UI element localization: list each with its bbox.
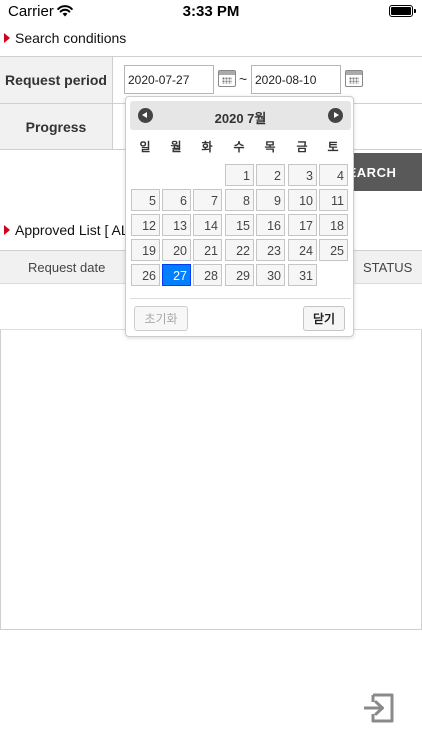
datepicker-divider — [130, 298, 351, 299]
search-conditions-label: Search conditions — [15, 30, 127, 46]
day-cell[interactable]: 20 — [162, 239, 191, 261]
status-bar: Carrier 3:33 PM — [0, 0, 422, 24]
day-cell[interactable]: 7 — [193, 189, 222, 211]
day-cell[interactable]: 4 — [319, 164, 348, 186]
weekday-label: 화 — [201, 140, 213, 154]
day-cell[interactable]: 17 — [288, 214, 317, 236]
red-triangle-icon — [4, 33, 10, 43]
next-month-icon[interactable] — [328, 108, 343, 123]
start-calendar-icon[interactable] — [218, 70, 236, 87]
end-date-input[interactable]: 2020-08-10 — [251, 65, 341, 94]
day-cell[interactable]: 12 — [131, 214, 160, 236]
end-calendar-icon[interactable] — [345, 70, 363, 87]
day-cell[interactable]: 16 — [256, 214, 285, 236]
day-cell[interactable]: 28 — [193, 264, 222, 286]
approved-list-title: Approved List [ AL — [4, 222, 129, 238]
day-cell[interactable]: 30 — [256, 264, 285, 286]
logout-icon[interactable] — [361, 690, 397, 726]
progress-label: Progress — [0, 104, 113, 149]
close-button[interactable]: 닫기 — [303, 306, 345, 331]
day-cell[interactable]: 9 — [256, 189, 285, 211]
day-cell[interactable]: 10 — [288, 189, 317, 211]
datepicker: 2020 7월 일 월 화 수 목 금 토 1 2 3 4 5 6 7 8 9 10 11 12 13 14 15 16 17… — [125, 96, 354, 337]
weekday-label: 월 — [170, 140, 182, 154]
selected-day-cell[interactable]: 27 — [162, 264, 191, 286]
day-cell[interactable]: 23 — [256, 239, 285, 261]
day-cell[interactable]: 31 — [288, 264, 317, 286]
weekday-label: 금 — [296, 140, 308, 154]
day-cell[interactable]: 2 — [256, 164, 285, 186]
day-cell[interactable]: 3 — [288, 164, 317, 186]
day-cell[interactable]: 29 — [225, 264, 254, 286]
day-cell[interactable]: 25 — [319, 239, 348, 261]
day-cell[interactable]: 6 — [162, 189, 191, 211]
day-cell[interactable]: 8 — [225, 189, 254, 211]
datepicker-header: 2020 7월 — [130, 101, 351, 130]
weekday-label: 일 — [139, 140, 151, 154]
reset-button[interactable]: 초기화 — [134, 306, 188, 331]
red-triangle-icon — [4, 225, 10, 235]
day-cell[interactable]: 5 — [131, 189, 160, 211]
weekday-label: 목 — [264, 140, 276, 154]
column-request-date: Request date — [28, 260, 106, 275]
day-cell[interactable]: 11 — [319, 189, 348, 211]
day-cell[interactable]: 15 — [225, 214, 254, 236]
battery-icon — [389, 5, 416, 17]
day-cell[interactable]: 14 — [193, 214, 222, 236]
day-cell[interactable]: 19 — [131, 239, 160, 261]
day-cell[interactable]: 24 — [288, 239, 317, 261]
weekday-label: 수 — [233, 140, 245, 154]
day-cell[interactable]: 1 — [225, 164, 254, 186]
list-body — [0, 330, 422, 630]
approved-list-label: Approved List [ AL — [15, 222, 129, 238]
column-status: STATUS — [363, 260, 413, 275]
datepicker-title: 2020 7월 — [214, 111, 267, 126]
day-cell[interactable]: 18 — [319, 214, 348, 236]
date-separator: ~ — [239, 71, 248, 87]
search-conditions-title: Search conditions — [4, 30, 126, 46]
start-date-input[interactable]: 2020-07-27 — [124, 65, 214, 94]
weekday-label: 토 — [327, 140, 339, 154]
request-period-label: Request period — [0, 57, 113, 103]
day-cell[interactable]: 22 — [225, 239, 254, 261]
day-cell[interactable]: 21 — [193, 239, 222, 261]
status-time: 3:33 PM — [182, 3, 240, 20]
day-cell[interactable]: 13 — [162, 214, 191, 236]
day-cell[interactable]: 26 — [131, 264, 160, 286]
